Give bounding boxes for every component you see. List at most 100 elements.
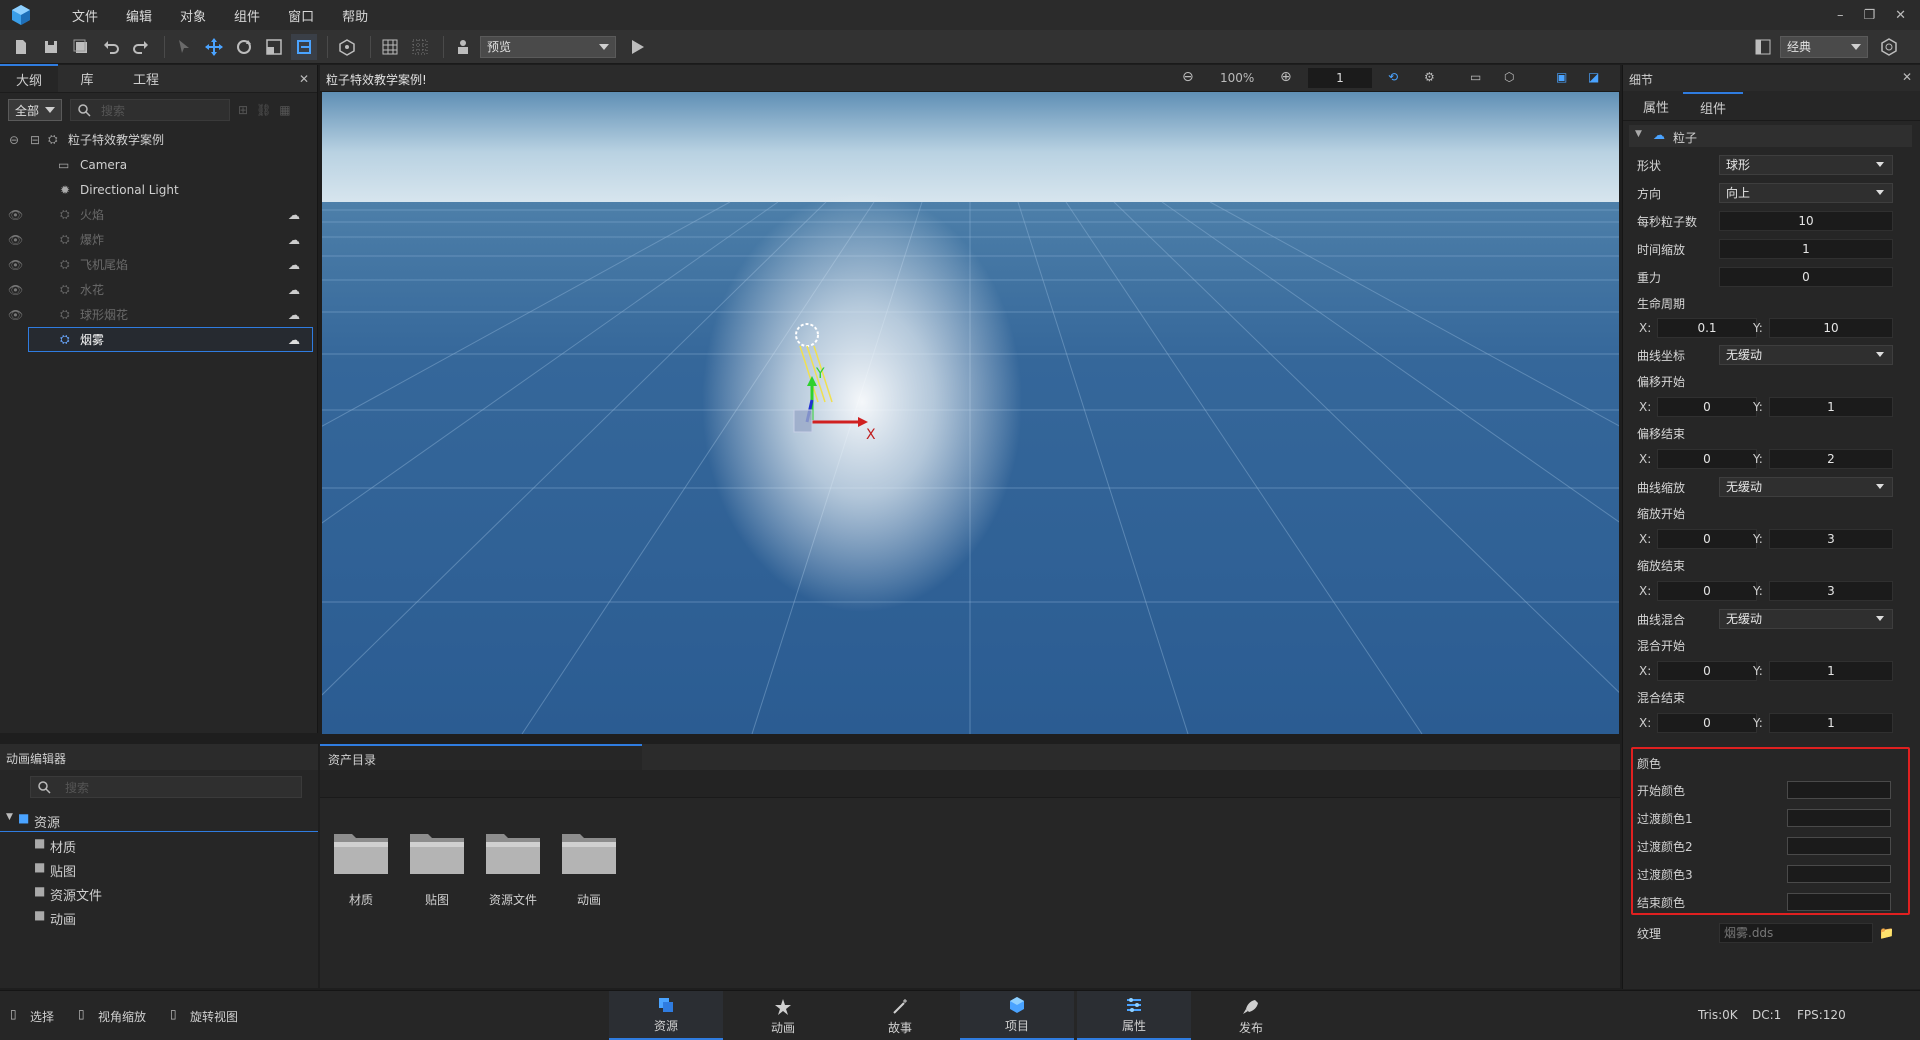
rotate-tool-button[interactable] xyxy=(231,34,257,60)
anim-search-input[interactable]: 搜索 xyxy=(30,776,302,798)
eye-icon[interactable]: 👁 xyxy=(8,283,23,297)
tree-item-jet-flame[interactable]: 👁 ⛭ 飞机尾焰 ☁ xyxy=(0,252,317,277)
lifetime-x-input[interactable]: 0.1 xyxy=(1657,318,1757,338)
tab-attributes[interactable]: 属性 xyxy=(1629,92,1683,120)
folder-texture[interactable]: 贴图 xyxy=(406,828,468,908)
shading-icon[interactable]: ▣ xyxy=(1556,70,1567,84)
gravity-input[interactable]: 0 xyxy=(1719,267,1893,287)
menu-edit[interactable]: 编辑 xyxy=(112,6,166,25)
scale-start-y-input[interactable]: 3 xyxy=(1769,529,1893,549)
redo-button[interactable] xyxy=(128,34,154,60)
offset-start-x-input[interactable]: 0 xyxy=(1657,397,1757,417)
eye-icon[interactable]: 👁 xyxy=(8,258,23,272)
scale-start-x-input[interactable]: 0 xyxy=(1657,529,1757,549)
tree-item-texture[interactable]: ■ 贴图 xyxy=(0,856,318,880)
undo-button[interactable] xyxy=(98,34,124,60)
lighting-icon[interactable]: ◪ xyxy=(1588,70,1599,84)
layout-button[interactable] xyxy=(1750,34,1776,60)
nav-resources[interactable]: 资源 xyxy=(609,991,723,1040)
direction-select[interactable]: 向上 xyxy=(1719,183,1893,203)
folder-resource-files[interactable]: 资源文件 xyxy=(482,828,544,908)
collapse-icon[interactable]: ⊟ xyxy=(30,133,40,147)
curve-scale-select[interactable]: 无缓动 xyxy=(1719,477,1893,497)
camera-view-icon[interactable]: ▭ xyxy=(1470,70,1481,84)
close-panel-icon[interactable]: ✕ xyxy=(299,72,309,86)
texture-input[interactable]: 烟雾.dds xyxy=(1719,923,1873,943)
gizmo-toggle-icon[interactable]: ⟲ xyxy=(1388,70,1398,84)
scale-end-x-input[interactable]: 0 xyxy=(1657,581,1757,601)
tree-root[interactable]: ⊖ ⊟ ⛭ 粒子特效教学案例 xyxy=(0,127,317,152)
eye-icon[interactable]: 👁 xyxy=(8,308,23,322)
visibility-icon[interactable]: ⊖ xyxy=(9,133,19,147)
curve-blend-select[interactable]: 无缓动 xyxy=(1719,609,1893,629)
scene-viewport[interactable]: Y X xyxy=(322,92,1619,734)
blend-start-y-input[interactable]: 1 xyxy=(1769,661,1893,681)
cube-icon[interactable]: ⬡ xyxy=(1504,70,1514,84)
folder-animation[interactable]: 动画 xyxy=(558,828,620,908)
end-color-swatch[interactable] xyxy=(1787,893,1891,911)
tree-item-directional-light[interactable]: ✹ Directional Light xyxy=(0,177,317,202)
grid-button[interactable] xyxy=(377,34,403,60)
nav-project[interactable]: 项目 xyxy=(960,991,1074,1040)
minimize-icon[interactable]: – xyxy=(1837,8,1844,23)
scale-end-y-input[interactable]: 3 xyxy=(1769,581,1893,601)
tree-item-animation[interactable]: ■ 动画 xyxy=(0,904,318,928)
tree-item-camera[interactable]: ▭ Camera xyxy=(0,152,317,177)
tab-asset-directory[interactable]: 资产目录 xyxy=(320,744,642,770)
start-color-swatch[interactable] xyxy=(1787,781,1891,799)
rate-input[interactable]: 10 xyxy=(1719,211,1893,231)
select-tool-button[interactable] xyxy=(171,34,197,60)
transition-color-2-swatch[interactable] xyxy=(1787,837,1891,855)
outline-search-input[interactable]: 搜索 xyxy=(70,99,230,121)
tree-item-resource-files[interactable]: ■ 资源文件 xyxy=(0,880,318,904)
restore-icon[interactable]: ❐ xyxy=(1863,8,1875,23)
nav-publish[interactable]: 发布 xyxy=(1194,991,1308,1040)
layout-select[interactable]: 经典 xyxy=(1780,35,1868,58)
zoom-out-icon[interactable]: ⊖ xyxy=(1182,69,1194,85)
offset-end-x-input[interactable]: 0 xyxy=(1657,449,1757,469)
tab-components[interactable]: 组件 xyxy=(1683,92,1743,120)
frame-input[interactable]: 1 xyxy=(1308,68,1372,88)
menu-object[interactable]: 对象 xyxy=(166,6,220,25)
add-node-icon[interactable]: ⊞ xyxy=(238,103,248,117)
blend-end-x-input[interactable]: 0 xyxy=(1657,713,1757,733)
player-button[interactable] xyxy=(450,34,476,60)
menu-file[interactable]: 文件 xyxy=(58,6,112,25)
gizmo-button[interactable] xyxy=(334,34,360,60)
settings-button[interactable] xyxy=(1876,34,1902,60)
shape-select[interactable]: 球形 xyxy=(1719,155,1893,175)
folder-open-icon[interactable]: 📁 xyxy=(1879,926,1894,940)
menu-help[interactable]: 帮助 xyxy=(328,6,382,25)
preview-mode-select[interactable]: 预览 xyxy=(480,35,616,58)
eye-icon[interactable]: 👁 xyxy=(8,208,23,222)
tab-project[interactable]: 工程 xyxy=(116,64,176,92)
snap-grid-button[interactable] xyxy=(407,34,433,60)
transition-color-3-swatch[interactable] xyxy=(1787,865,1891,883)
outline-filter-select[interactable]: 全部 xyxy=(8,99,62,121)
tree-item-material[interactable]: ■ 材质 xyxy=(0,832,318,856)
rect-tool-button[interactable] xyxy=(291,33,317,60)
offset-start-y-input[interactable]: 1 xyxy=(1769,397,1893,417)
save-all-button[interactable] xyxy=(68,34,94,60)
blend-start-x-input[interactable]: 0 xyxy=(1657,661,1757,681)
tab-library[interactable]: 库 xyxy=(58,64,116,92)
tree-item-fire[interactable]: 👁 ⛭ 火焰 ☁ xyxy=(0,202,317,227)
menu-component[interactable]: 组件 xyxy=(220,6,274,25)
zoom-in-icon[interactable]: ⊕ xyxy=(1280,69,1292,85)
tree-root-resources[interactable]: ▼ ■ 资源 xyxy=(0,808,318,832)
tree-item-firework[interactable]: 👁 ⛭ 球形烟花 ☁ xyxy=(0,302,317,327)
folder-material[interactable]: 材质 xyxy=(330,828,392,908)
gear-icon[interactable]: ⚙ xyxy=(1424,70,1435,84)
close-window-icon[interactable]: ✕ xyxy=(1895,8,1906,23)
curve-coord-select[interactable]: 无缓动 xyxy=(1719,345,1893,365)
offset-end-y-input[interactable]: 2 xyxy=(1769,449,1893,469)
new-file-button[interactable] xyxy=(8,34,34,60)
nav-animation[interactable]: 动画 xyxy=(726,991,840,1040)
scale-tool-button[interactable] xyxy=(261,34,287,60)
transition-color-1-swatch[interactable] xyxy=(1787,809,1891,827)
group-icon[interactable]: ▦ xyxy=(279,103,290,117)
lifetime-y-input[interactable]: 10 xyxy=(1769,318,1893,338)
move-tool-button[interactable] xyxy=(201,34,227,60)
link-icon[interactable]: ⛓ xyxy=(256,103,271,117)
tree-item-splash[interactable]: 👁 ⛭ 水花 ☁ xyxy=(0,277,317,302)
